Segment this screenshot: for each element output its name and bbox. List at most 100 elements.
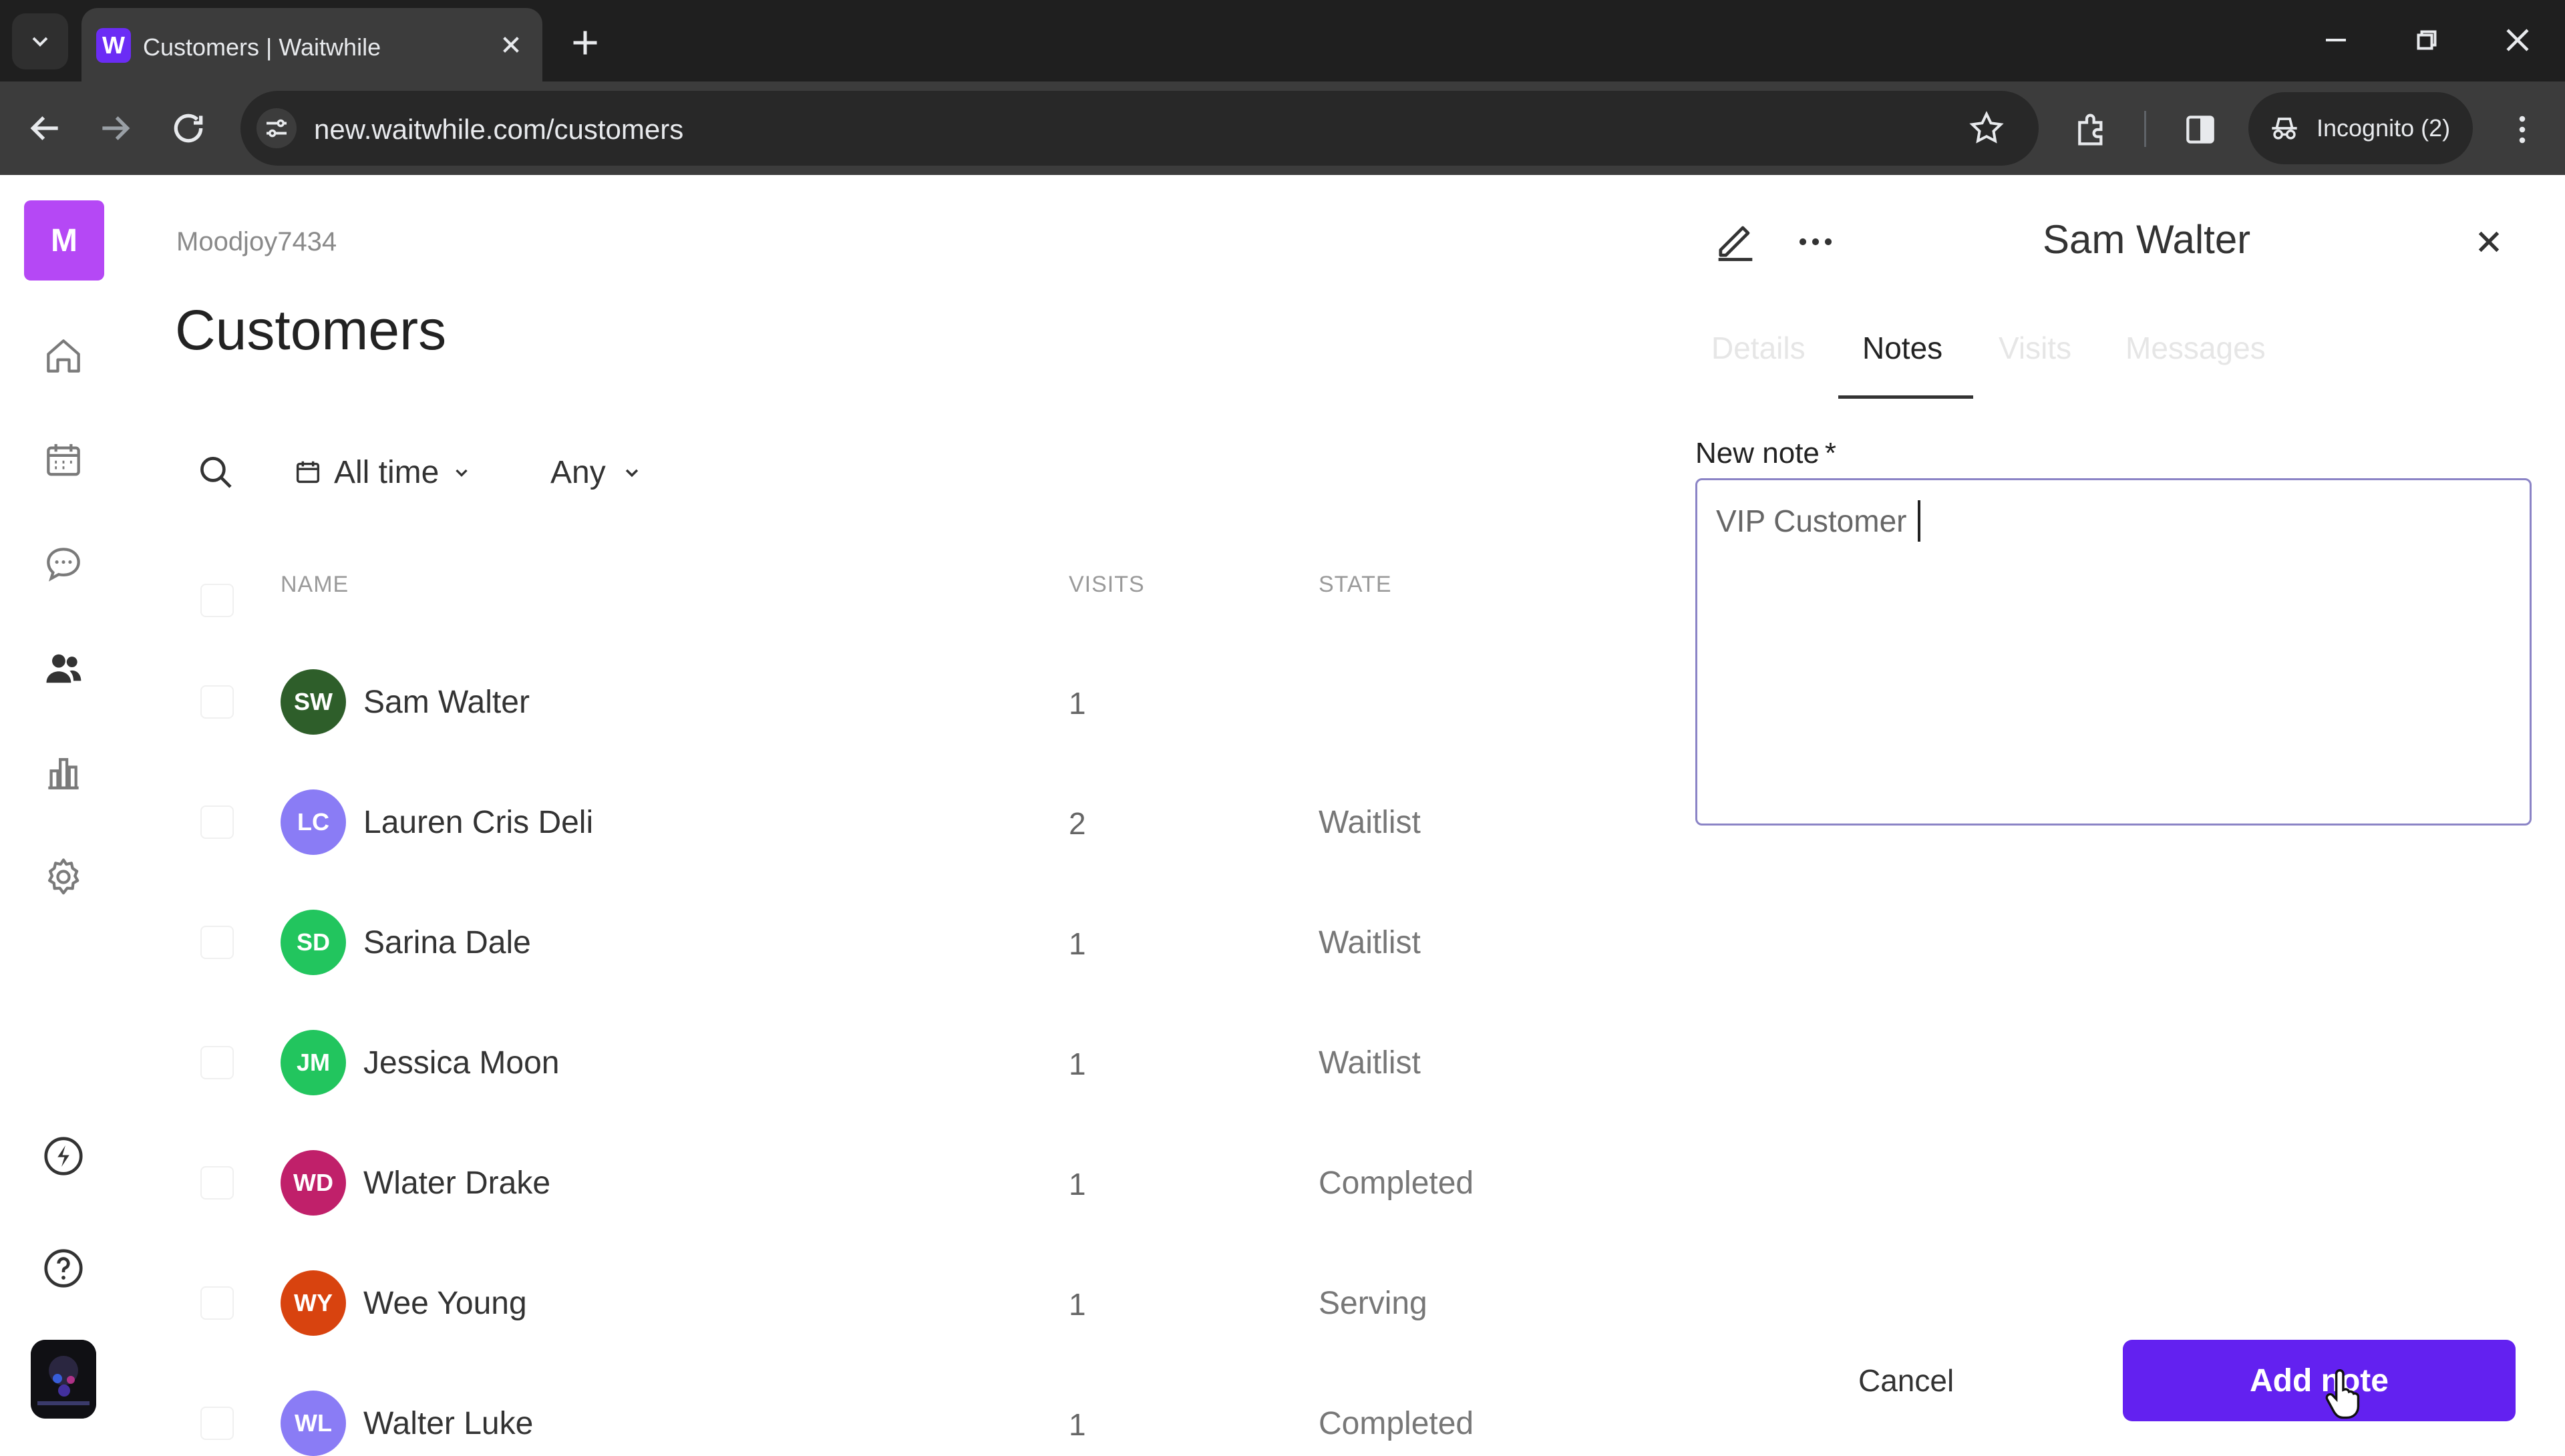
- text-caret: [1918, 500, 1920, 542]
- close-icon: [503, 37, 519, 53]
- customer-avatar: WD: [281, 1150, 346, 1216]
- customer-visits: 1: [1069, 926, 1086, 961]
- bookmark-star-button[interactable]: [1966, 108, 2007, 148]
- customer-name[interactable]: Jessica Moon: [363, 1045, 559, 1081]
- customer-state: Completed: [1319, 1165, 1474, 1201]
- customer-name[interactable]: Lauren Cris Deli: [363, 804, 593, 841]
- tab-details[interactable]: Details: [1711, 330, 1806, 366]
- row-checkbox[interactable]: [200, 1286, 234, 1320]
- tab-close-button[interactable]: [494, 28, 528, 61]
- minimize-button[interactable]: [2314, 20, 2358, 60]
- customer-state: Completed: [1319, 1406, 1474, 1441]
- mouse-cursor: [2325, 1369, 2362, 1420]
- org-badge[interactable]: M: [24, 200, 104, 281]
- user-avatar[interactable]: [31, 1340, 96, 1419]
- sidebar-item-settings[interactable]: [36, 850, 91, 904]
- chevron-down-icon: [32, 37, 48, 47]
- more-options-button[interactable]: [1790, 216, 1841, 267]
- row-checkbox[interactable]: [200, 926, 234, 959]
- incognito-profile-button[interactable]: Incognito (2): [2248, 92, 2473, 164]
- sidebar-item-analytics[interactable]: [36, 745, 91, 800]
- chevron-down-icon: [456, 469, 468, 477]
- customer-visits: 1: [1069, 686, 1086, 721]
- tab-search-button[interactable]: [12, 13, 68, 69]
- customer-visits: 2: [1069, 806, 1086, 841]
- site-info-icon[interactable]: [256, 108, 297, 148]
- customer-name[interactable]: Wee Young: [363, 1285, 527, 1322]
- sidebar-item-messages[interactable]: [36, 537, 91, 592]
- column-header-state[interactable]: STATE: [1319, 572, 1392, 598]
- state-filter-dropdown[interactable]: Any: [550, 449, 645, 496]
- restore-button[interactable]: [2405, 20, 2449, 60]
- reload-button[interactable]: [167, 107, 210, 150]
- row-checkbox[interactable]: [200, 1046, 234, 1079]
- edit-customer-button[interactable]: [1710, 215, 1761, 266]
- close-icon: [2506, 29, 2529, 51]
- puzzle-icon: [2078, 114, 2103, 146]
- customer-name[interactable]: Sarina Dale: [363, 924, 531, 961]
- arrow-right-icon: [102, 116, 130, 140]
- new-tab-button[interactable]: [565, 23, 605, 63]
- row-checkbox[interactable]: [200, 685, 234, 719]
- customer-name[interactable]: Sam Walter: [363, 684, 530, 721]
- sidebar-item-home[interactable]: [36, 329, 91, 383]
- browser-tab-active[interactable]: W Customers | Waitwhile: [81, 8, 542, 81]
- date-filter-dropdown[interactable]: All time: [293, 449, 474, 496]
- customer-avatar: WL: [281, 1391, 346, 1456]
- url-text: new.waitwhile.com/customers: [314, 114, 684, 145]
- extensions-button[interactable]: [2071, 108, 2113, 151]
- search-button[interactable]: [194, 450, 238, 494]
- pencil-icon: [1718, 226, 1753, 261]
- customer-visits: 1: [1069, 1167, 1086, 1202]
- customer-visits: 1: [1069, 1047, 1086, 1081]
- tab-active-indicator: [1838, 395, 1973, 399]
- row-checkbox[interactable]: [200, 805, 234, 839]
- select-all-checkbox[interactable]: [200, 584, 234, 617]
- customer-state: Serving: [1319, 1286, 1427, 1321]
- star-icon: [1969, 111, 2004, 144]
- search-icon: [200, 457, 232, 488]
- close-panel-button[interactable]: [2467, 220, 2510, 263]
- required-marker: *: [1824, 437, 1837, 470]
- customer-name[interactable]: Walter Luke: [363, 1405, 533, 1442]
- user-avatar-image: [31, 1340, 96, 1419]
- sidebar-item-calendar[interactable]: [36, 433, 91, 488]
- side-panel-icon: [2186, 116, 2214, 144]
- customers-icon: [46, 654, 81, 683]
- tab-messages[interactable]: Messages: [2125, 330, 2266, 366]
- close-icon: [2478, 231, 2500, 252]
- customer-avatar: SW: [281, 669, 346, 735]
- cancel-button[interactable]: Cancel: [1858, 1362, 1954, 1399]
- app-root: M Moodjoy7434 Customers All time Any NAM…: [0, 175, 2565, 1456]
- new-note-textarea[interactable]: VIP Customer: [1695, 478, 2532, 826]
- customer-state: Waitlist: [1319, 1045, 1421, 1081]
- tab-notes[interactable]: Notes: [1862, 330, 1942, 366]
- row-checkbox[interactable]: [200, 1166, 234, 1200]
- sidebar-item-help[interactable]: [36, 1241, 91, 1296]
- waitwhile-favicon: W: [96, 28, 131, 63]
- forward-button[interactable]: [94, 107, 136, 150]
- address-bar[interactable]: new.waitwhile.com/customers: [240, 91, 2039, 166]
- customer-visits: 1: [1069, 1287, 1086, 1322]
- customer-name[interactable]: Wlater Drake: [363, 1165, 550, 1202]
- row-checkbox[interactable]: [200, 1407, 234, 1440]
- sidebar-item-whats-new[interactable]: [36, 1129, 91, 1184]
- more-horizontal-icon: [1799, 238, 1832, 246]
- column-header-name[interactable]: NAME: [281, 572, 349, 598]
- breadcrumb[interactable]: Moodjoy7434: [176, 227, 337, 257]
- customer-state: Waitlist: [1319, 925, 1421, 960]
- new-note-value: VIP Customer: [1716, 504, 1907, 538]
- sidebar-item-customers[interactable]: [36, 641, 91, 696]
- browser-menu-button[interactable]: [2501, 108, 2544, 151]
- back-button[interactable]: [24, 107, 67, 150]
- org-initial: M: [51, 222, 77, 258]
- column-header-visits[interactable]: VISITS: [1069, 572, 1145, 598]
- sidebar: M: [0, 175, 130, 1443]
- close-window-button[interactable]: [2496, 20, 2540, 60]
- profile-label: Incognito (2): [2317, 114, 2451, 142]
- tab-visits[interactable]: Visits: [1999, 330, 2071, 366]
- minimize-icon: [2326, 39, 2346, 41]
- side-panel-button[interactable]: [2179, 108, 2222, 151]
- settings-icon: [47, 858, 79, 895]
- add-note-button[interactable]: Add note: [2123, 1340, 2516, 1421]
